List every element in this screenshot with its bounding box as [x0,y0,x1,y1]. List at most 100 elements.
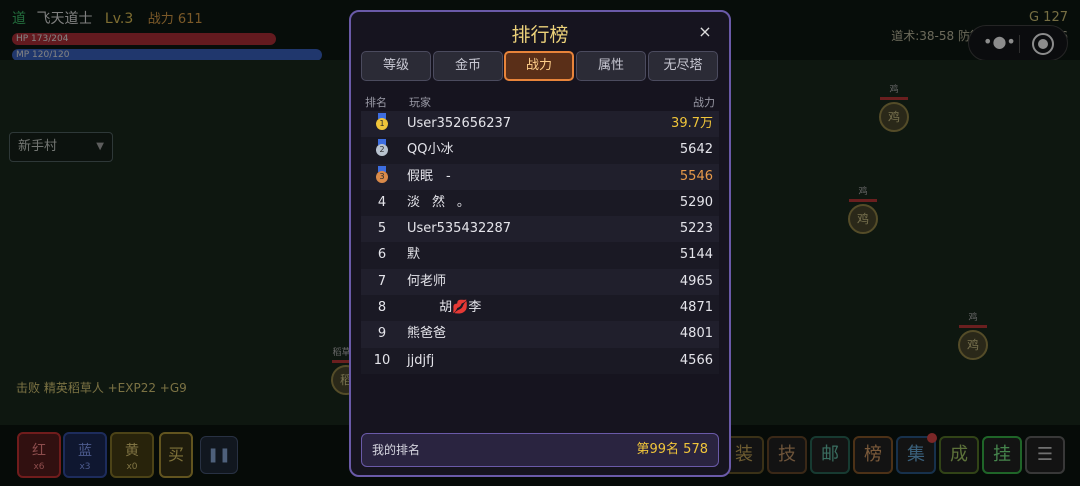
player-name-cell: QQ小冰 [407,142,454,158]
class-label: 道 [12,11,26,27]
tab-level[interactable]: 等级 [361,51,431,81]
player-power: 战力 611 [147,12,203,27]
power-cell: 4801 [679,326,713,342]
my-rank-value: 第99名 578 [636,442,709,457]
leaderboard-modal: 排行榜 × 等级 金币 战力 属性 无尽塔 排名 玩家 战力 1 User352… [349,10,731,477]
monster-name: 鸡 [889,85,899,95]
skills-button[interactable]: 技 [767,436,807,474]
table-row[interactable]: 5 User535432287 5223 [361,216,719,243]
player-name-cell: User535432287 [407,221,512,237]
leaderboard-button[interactable]: 榜 [853,436,893,474]
monster-token[interactable]: 鸡 [848,204,878,234]
table-row[interactable]: 6 默 5144 [361,242,719,269]
power-cell: 5223 [679,221,713,237]
gold-medal-icon: 1 [375,113,389,130]
buy-button[interactable]: 买 [159,432,193,478]
table-row[interactable]: 8 ᅟ ᅟ 胡💋李 4871 [361,295,719,322]
auto-battle-button[interactable]: 挂 [982,436,1022,474]
blue-potion-button[interactable]: 蓝 x3 [63,432,107,478]
table-row[interactable]: 3 假眠 - 5546 [361,163,719,190]
power-cell: 4871 [679,300,713,316]
rank-cell: 4 [377,194,387,210]
my-rank-bar: 我的排名 第99名 578 [361,433,719,467]
player-header: 道 飞天道士 Lv.3 战力 611 [12,8,203,28]
potion-count: x3 [79,462,91,472]
monster[interactable]: 鸡 鸡 [847,184,879,234]
monster-name: 鸡 [858,187,868,197]
rank-cell: 3 [371,164,393,190]
monster-token[interactable]: 鸡 [879,102,909,132]
power-cell: 4566 [679,352,713,368]
battle-log: 击败 精英稻草人 +EXP22 +G9 [16,381,187,395]
tab-gold[interactable]: 金币 [433,51,503,81]
rank-cell: 9 [377,326,387,342]
player-name: 飞天道士 [36,11,93,27]
player-name-cell: ᅟ ᅟ 胡💋李 [407,300,482,316]
yellow-potion-button[interactable]: 黄 x0 [110,432,154,478]
table-row[interactable]: 1 User352656237 39.7万 [361,111,719,138]
player-name-cell: 何老师 [407,273,447,289]
power-cell: 5290 [679,194,713,210]
my-rank-label: 我的排名 [372,443,421,457]
table-row[interactable]: 10 jjdjfj 4566 [361,347,719,374]
notification-dot [927,433,937,443]
tab-power[interactable]: 战力 [504,51,574,81]
player-level: Lv.3 [104,11,134,27]
monster-token[interactable]: 鸡 [958,330,988,360]
leaderboard-tabs: 等级 金币 战力 属性 无尽塔 [361,51,719,81]
table-row[interactable]: 9 熊爸爸 4801 [361,321,719,348]
power-cell: 4965 [679,273,713,289]
close-icon[interactable]: × [695,22,715,42]
silver-medal-icon: 2 [375,139,389,157]
pause-button[interactable]: ❚❚ [200,436,238,474]
more-icon[interactable]: •●• [983,32,1016,51]
power-cell: 5144 [679,247,713,263]
player-name-cell: 淡ᅟ然ᅟ。 [407,194,470,210]
column-header-rank: 排名 [365,96,387,109]
table-row[interactable]: 2 QQ小冰 5642 [361,137,719,164]
bronze-medal-icon: 3 [375,165,389,183]
mail-button[interactable]: 邮 [810,436,850,474]
table-row[interactable]: 7 何老师 4965 [361,268,719,296]
player-name-cell: 假眠 - [407,168,451,184]
chevron-down-icon: ▼ [96,141,104,152]
power-cell: 5642 [679,142,713,158]
power-cell: 5546 [679,168,713,184]
tab-endless-tower[interactable]: 无尽塔 [648,51,718,81]
rank-cell: 1 [371,111,393,137]
monster-hp-bar [880,97,908,100]
record-icon[interactable] [1032,33,1054,55]
rank-cell: 7 [377,273,387,289]
table-row[interactable]: 4 淡ᅟ然ᅟ。 5290 [361,189,719,217]
gold-counter: G 127 [1028,10,1068,25]
potion-label: 黄 [125,443,139,459]
monster-hp-bar [959,325,987,328]
monster-hp-bar [849,199,877,202]
potion-label: 蓝 [78,443,92,459]
capsule-divider [1019,35,1020,53]
tab-attributes[interactable]: 属性 [576,51,646,81]
player-name-cell: 熊爸爸 [407,326,447,342]
hp-bar: HP 173/204 [12,33,276,45]
potion-label: 红 [32,443,46,459]
monster[interactable]: 鸡 鸡 [878,82,910,132]
monster-name: 鸡 [968,313,978,323]
potion-count: x0 [126,462,138,472]
potion-count: x6 [33,462,45,472]
achievements-button[interactable]: 成 [939,436,979,474]
map-select-value: 新手村 [18,139,58,154]
rank-cell: 6 [377,247,387,263]
rank-cell: 8 [377,300,387,316]
player-name-cell: jjdjfj [407,352,435,368]
column-header-player: 玩家 [409,96,431,109]
miniprogram-capsule[interactable]: •●• [968,25,1068,61]
rank-cell: 5 [377,221,387,237]
map-select[interactable]: 新手村 ▼ [9,132,113,162]
modal-title: 排行榜 [511,24,569,46]
monster[interactable]: 鸡 鸡 [957,310,989,360]
red-potion-button[interactable]: 红 x6 [17,432,61,478]
leaderboard-list: 1 User352656237 39.7万 2 QQ小冰 5642 3 假眠 -… [361,111,719,374]
power-cell: 39.7万 [671,116,713,131]
column-header-power: 战力 [693,96,715,109]
menu-icon[interactable]: ☰ [1025,436,1065,474]
